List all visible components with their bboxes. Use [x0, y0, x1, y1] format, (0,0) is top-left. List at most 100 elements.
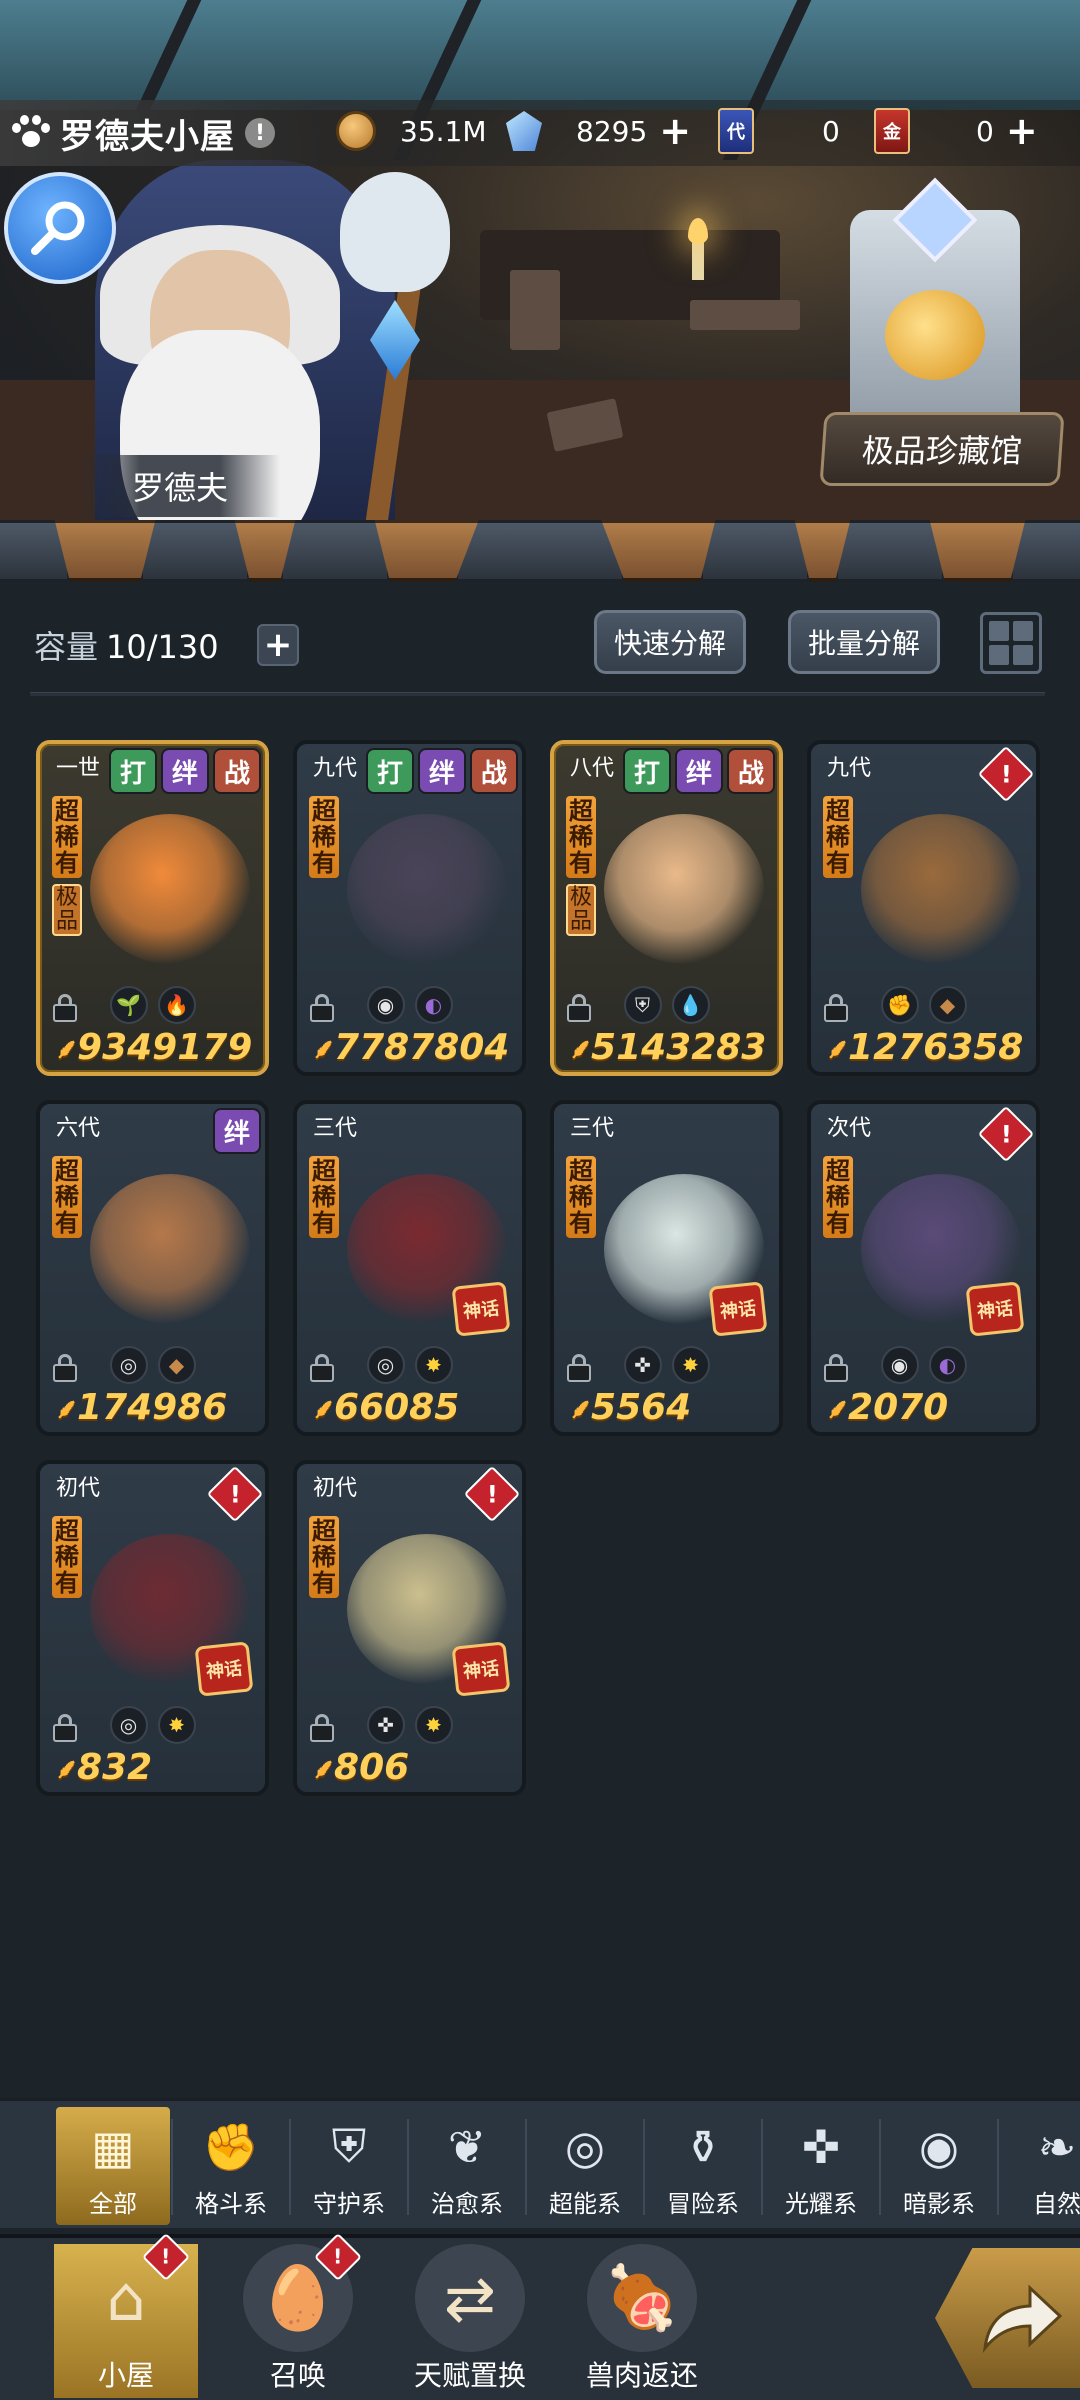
moon-icon: ◐	[414, 986, 453, 1024]
dai-card-value: 0	[822, 114, 840, 148]
batch-decompose-button[interactable]: 批量分解	[788, 610, 940, 674]
filter-lantern[interactable]: ⚱ 冒险系	[646, 2107, 760, 2225]
rock-icon: ◆	[928, 986, 967, 1024]
shadow-eye-icon: ◉	[880, 1346, 919, 1384]
myth-seal: 神话	[451, 1641, 511, 1697]
pet-card[interactable]: 三代超稀有神话 ✜ ✸ ⸙ 5564	[550, 1100, 783, 1436]
filter-leaf[interactable]: ❧ 自然	[1000, 2107, 1080, 2225]
battle-tag: 战	[470, 748, 518, 794]
power-number: 7787804	[334, 1027, 510, 1068]
plant-icon: 🌱	[109, 986, 148, 1024]
jin-card-resource: 金 0 +	[870, 108, 1060, 154]
myth-seal: 神话	[194, 1641, 254, 1697]
filter-all-blocks[interactable]: ▦ 全部	[56, 2107, 170, 2225]
candle-flame	[688, 218, 708, 244]
power-value: ⸙ 7787804	[311, 1027, 509, 1068]
psychic-icon: ◎	[109, 1706, 148, 1744]
crystal-add-button[interactable]: +	[659, 112, 691, 150]
water-drop-icon: 💧	[671, 986, 710, 1024]
myth-seal: 神话	[451, 1281, 511, 1337]
crosshair-icon: ✜	[366, 1706, 405, 1744]
power-number: 2070	[848, 1387, 949, 1428]
gold-value: 35.1M	[400, 114, 487, 148]
element-icons: ✊ ◆	[811, 986, 1036, 1024]
filter-fist[interactable]: ✊ 格斗系	[174, 2107, 288, 2225]
meat-icon: 🍖	[587, 2244, 697, 2352]
alert-icon: !	[141, 2232, 191, 2282]
crystal-value: 8295	[576, 114, 648, 148]
nav-meat[interactable]: 🍖 兽肉返还	[570, 2244, 714, 2398]
power-paw-icon: ⸙	[311, 1751, 333, 1785]
sprout-icon: ❦	[447, 2120, 487, 2174]
pet-generation: 九代	[313, 756, 358, 781]
power-value: ⸙ 5143283	[568, 1027, 766, 1068]
dai-card-icon: 代	[714, 108, 758, 154]
pet-generation: 初代	[56, 1476, 101, 1501]
pet-card[interactable]: 一世打绊战超稀有极品 🌱 🔥 ⸙ 9349179	[36, 740, 269, 1076]
gold-resource: 35.1M	[336, 108, 487, 154]
rarity-badge: 超稀有	[566, 1156, 596, 1238]
nav-house[interactable]: ⌂! 小屋	[54, 2232, 198, 2398]
rarity-badge: 超稀有	[309, 1156, 339, 1238]
pet-house-screen: 罗德夫小屋 ! 35.1M 8295 + 代 0 金 0 + 罗德夫 极品珍藏馆…	[0, 0, 1080, 2400]
filter-separator	[761, 2119, 763, 2215]
element-filter-bar: ▦ 全部 ✊ 格斗系 ⛨ 守护系 ❦ 治愈系 ◎ 超能系 ⚱ 冒险系 ✜ 光耀系 ◉ 暗影系 ❧ 自然	[0, 2098, 1080, 2228]
pet-card[interactable]: 三代超稀有神话 ◎ ✸ ⸙ 66085	[293, 1100, 526, 1436]
filter-label: 格斗系	[195, 2190, 267, 2218]
filter-shadow-eye[interactable]: ◉ 暗影系	[882, 2107, 996, 2225]
battle-tag: 战	[727, 748, 775, 794]
power-number: 66085	[334, 1387, 460, 1428]
gold-coin-icon	[336, 109, 376, 153]
rarity-badge: 超稀有	[309, 1516, 339, 1598]
filter-shield[interactable]: ⛨ 守护系	[292, 2107, 406, 2225]
psychic-icon: ◎	[564, 2120, 606, 2174]
throne-crest	[892, 177, 978, 263]
shield-icon: ⛨	[623, 986, 662, 1024]
filter-sprout[interactable]: ❦ 治愈系	[410, 2107, 524, 2225]
jin-card-add-button[interactable]: +	[1006, 112, 1038, 150]
museum-button[interactable]: 极品珍藏馆	[819, 412, 1065, 486]
fight-tag: 打	[366, 748, 414, 794]
pet-card[interactable]: 次代! 超稀有神话 ◉ ◐ ⸙ 2070	[807, 1100, 1040, 1436]
filter-separator	[407, 2119, 409, 2215]
pet-card[interactable]: 初代! 超稀有神话 ✜ ✸ ⸙ 806	[293, 1460, 526, 1796]
grid-view-button[interactable]	[980, 612, 1042, 674]
power-paw-icon: ⸙	[54, 1751, 76, 1785]
element-icons: ✜ ✸	[297, 1706, 522, 1744]
pet-card[interactable]: 初代! 超稀有神话 ◎ ✸ ⸙ 832	[36, 1460, 269, 1796]
plank-bracket	[140, 520, 250, 582]
filter-separator	[525, 2119, 527, 2215]
power-number: 5143283	[591, 1027, 767, 1068]
filter-label: 全部	[89, 2190, 137, 2218]
power-number: 174986	[77, 1387, 228, 1428]
filter-crosshair[interactable]: ✜ 光耀系	[764, 2107, 878, 2225]
info-button[interactable]: !	[245, 118, 275, 148]
psychic-icon: ◎	[366, 1346, 405, 1384]
book-stack	[510, 270, 560, 350]
expand-capacity-button[interactable]: +	[257, 624, 299, 666]
pet-card[interactable]: 九代! 超稀有 ✊ ◆ ⸙ 1276358	[807, 740, 1040, 1076]
dai-card-resource: 代 0	[714, 108, 854, 154]
alert-icon: !	[206, 1465, 264, 1523]
museum-throne[interactable]	[850, 177, 1020, 430]
magnifier-search-button[interactable]	[4, 172, 116, 284]
shield-icon: ⛨	[331, 2119, 367, 2173]
swap-arrows-icon: ⇄	[415, 2244, 525, 2352]
filter-psychic[interactable]: ◎ 超能系	[528, 2107, 642, 2225]
pet-generation: 九代	[827, 756, 872, 781]
pet-card[interactable]: 八代打绊战超稀有极品 ⛨ 💧 ⸙ 5143283	[550, 740, 783, 1076]
power-paw-icon: ⸙	[311, 1391, 333, 1425]
nav-label: 召唤	[269, 2359, 326, 2392]
plank-bracket	[835, 520, 945, 582]
power-number: 9349179	[77, 1027, 253, 1068]
fist-icon: ✊	[202, 2119, 260, 2174]
quick-decompose-button[interactable]: 快速分解	[594, 610, 746, 674]
pet-card[interactable]: 六代绊超稀有 ◎ ◆ ⸙ 174986	[36, 1100, 269, 1436]
power-paw-icon: ⸙	[568, 1391, 590, 1425]
crosshair-icon: ✜	[623, 1346, 662, 1384]
house-icon: ⌂!	[71, 2232, 191, 2352]
nav-egg[interactable]: 🥚! 召唤	[226, 2232, 370, 2398]
pet-card[interactable]: 九代打绊战超稀有 ◉ ◐ ⸙ 7787804	[293, 740, 526, 1076]
nav-swap-arrows[interactable]: ⇄ 天赋置换	[398, 2244, 542, 2398]
pet-generation: 初代	[313, 1476, 358, 1501]
